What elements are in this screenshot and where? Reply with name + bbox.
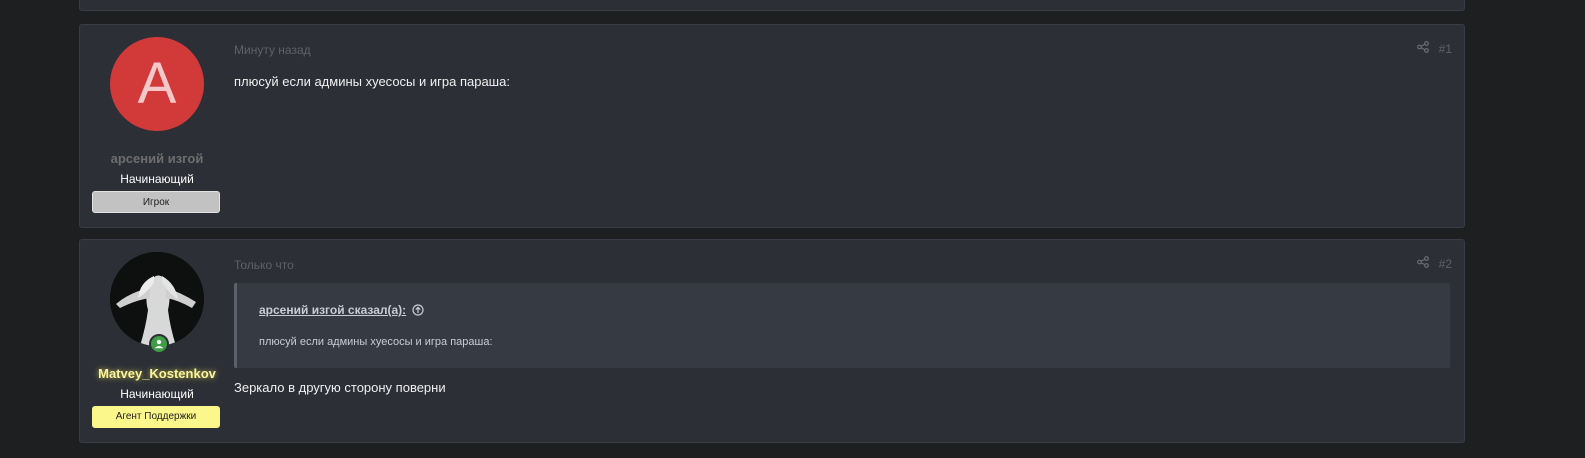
- post-timestamp[interactable]: Только что: [234, 258, 294, 272]
- avatar-photo-image: [110, 252, 204, 346]
- post-number-link[interactable]: #1: [1439, 42, 1452, 56]
- post-timestamp[interactable]: Минуту назад: [234, 43, 311, 57]
- user-rank: Начинающий: [80, 172, 234, 186]
- post-actions: #1: [1417, 41, 1452, 56]
- quote-block: арсений изгой сказал(а): плюсуй если адм…: [234, 283, 1450, 368]
- user-group-badge: Агент Поддержки: [92, 406, 220, 428]
- quote-author-link[interactable]: арсений изгой сказал(а):: [259, 303, 424, 317]
- post-user-column: Matvey_Kostenkov Начинающий Агент Поддер…: [80, 240, 234, 442]
- username-link[interactable]: Matvey_Kostenkov: [80, 366, 234, 381]
- post-number-link[interactable]: #2: [1439, 257, 1452, 271]
- user-avatar[interactable]: [110, 252, 204, 346]
- avatar-letter: A: [138, 51, 177, 116]
- online-status-icon: [149, 334, 169, 354]
- post-user-column: A арсений изгой Начинающий Игрок: [80, 25, 234, 227]
- post-card: Matvey_Kostenkov Начинающий Агент Поддер…: [79, 239, 1465, 443]
- previous-post-card: [79, 0, 1465, 11]
- arrow-up-circle-icon[interactable]: [412, 304, 424, 316]
- user-group-badge: Игрок: [92, 191, 220, 213]
- share-icon[interactable]: [1417, 256, 1429, 271]
- user-rank: Начинающий: [80, 387, 234, 401]
- post-message: Зеркало в другую сторону поверни: [234, 380, 446, 395]
- quote-text: плюсуй если админы хуесосы и игра параша…: [259, 336, 493, 348]
- share-icon[interactable]: [1417, 41, 1429, 56]
- post-card: A арсений изгой Начинающий Игрок Минуту …: [79, 24, 1465, 228]
- post-message: плюсуй если админы хуесосы и игра параша…: [234, 74, 510, 89]
- username-link[interactable]: арсений изгой: [80, 151, 234, 166]
- post-actions: #2: [1417, 256, 1452, 271]
- quote-author-text: арсений изгой сказал(а):: [259, 303, 406, 317]
- user-avatar[interactable]: A: [110, 37, 204, 131]
